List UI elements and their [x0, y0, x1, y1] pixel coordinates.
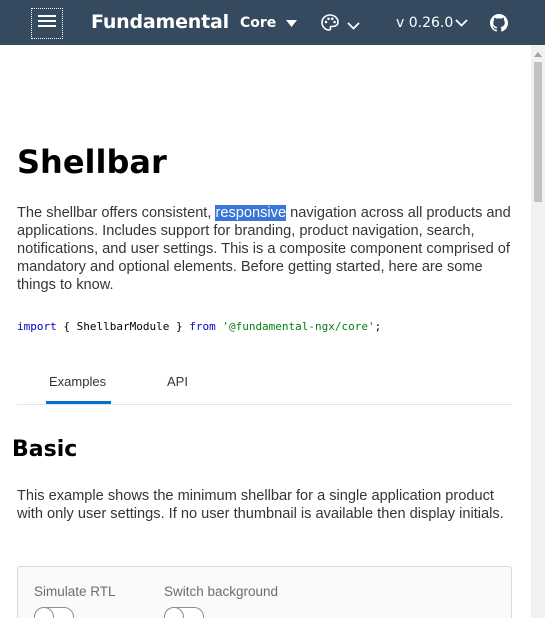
tab-examples[interactable]: Examples — [49, 374, 106, 389]
import-path: '@fundamental-ngx/core' — [215, 320, 375, 333]
scroll-up-arrow-icon[interactable] — [534, 52, 542, 57]
chevron-down-icon — [347, 17, 360, 35]
github-icon — [490, 14, 508, 36]
menu-button[interactable] — [31, 8, 63, 39]
switch-background-label: Switch background — [164, 584, 279, 599]
version-select[interactable]: v 0.26.0 — [396, 15, 468, 31]
library-label: Core — [240, 15, 277, 31]
selected-text: responsive — [215, 205, 287, 221]
tab-api[interactable]: API — [167, 374, 188, 389]
import-module: { ShellbarModule } — [56, 320, 190, 333]
menu-icon — [38, 14, 56, 33]
palette-icon — [321, 14, 339, 37]
section-title: Basic — [12, 437, 78, 462]
import-keyword: import — [17, 320, 57, 333]
github-link[interactable] — [490, 14, 508, 37]
switch-knob — [34, 607, 54, 618]
example-panel: Simulate RTL Switch background — [17, 566, 512, 618]
simulate-rtl-switch[interactable] — [34, 607, 74, 618]
import-code-snippet: import { ShellbarModule } from '@fundame… — [17, 320, 381, 333]
simulate-rtl-label: Simulate RTL — [34, 584, 116, 599]
switch-background-switch[interactable] — [164, 607, 204, 618]
scrollbar-thumb[interactable] — [534, 62, 542, 202]
library-select[interactable]: Core — [240, 15, 298, 31]
tab-selected-indicator — [46, 401, 111, 404]
chevron-down-icon — [455, 15, 468, 31]
version-label: v 0.26.0 — [396, 15, 454, 31]
import-semicolon: ; — [374, 320, 382, 333]
page-scrollbar[interactable] — [531, 45, 545, 618]
brand-title[interactable]: Fundamental — [91, 11, 229, 33]
intro-text-start: The shellbar offers consistent, — [17, 205, 216, 221]
section-description: This example shows the minimum shellbar … — [17, 488, 504, 522]
caret-down-icon — [286, 15, 298, 31]
page-title: Shellbar — [17, 143, 167, 181]
switch-knob — [164, 607, 184, 618]
intro-description: The shellbar offers consistent, responsi… — [17, 204, 517, 294]
from-keyword: from — [189, 320, 216, 333]
shellbar-header: Fundamental Core v 0.26.0 — [0, 0, 545, 45]
tab-bar: Examples API — [17, 362, 512, 405]
theme-switcher-button[interactable] — [321, 14, 360, 37]
